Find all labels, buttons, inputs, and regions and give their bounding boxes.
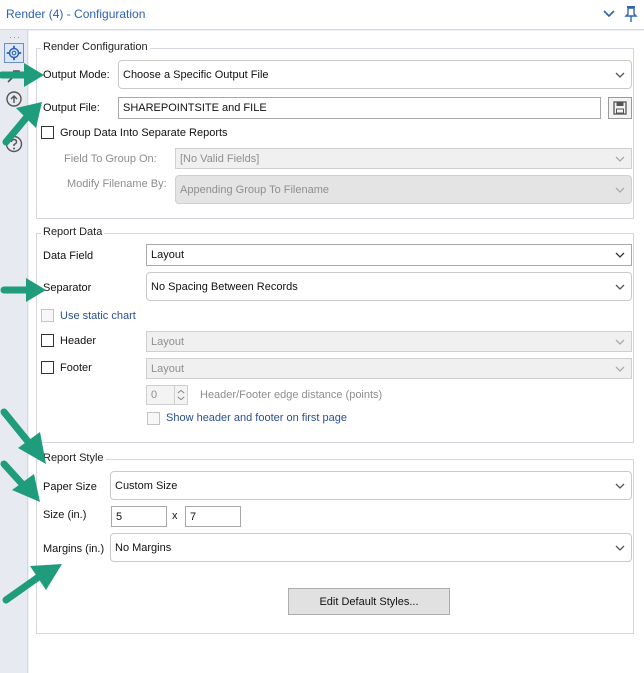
paper-size-value: Custom Size <box>115 479 178 492</box>
footer-dropdown[interactable]: Layout <box>146 358 632 379</box>
chevron-down-icon[interactable] <box>603 7 615 21</box>
margins-dropdown[interactable]: No Margins <box>110 533 632 562</box>
annotation-arrow-icon <box>0 460 40 502</box>
edit-default-styles-button[interactable]: Edit Default Styles... <box>288 588 450 615</box>
output-file-value: SHAREPOINTSITE and FILE <box>123 102 267 114</box>
separator-label: Separator <box>43 282 92 294</box>
data-field-dropdown[interactable]: Layout <box>146 244 632 266</box>
window-title: Render (4) - Configuration <box>6 7 146 21</box>
annotation-arrow-icon <box>0 278 46 302</box>
save-file-button[interactable] <box>608 97 632 119</box>
header-dropdown[interactable]: Layout <box>146 331 632 352</box>
chevron-down-icon <box>615 483 625 489</box>
data-field-value: Layout <box>151 249 185 261</box>
field-to-group-dropdown[interactable]: [No Valid Fields] <box>175 148 632 169</box>
data-field-label: Data Field <box>43 250 94 262</box>
separator-value: No Spacing Between Records <box>151 280 298 293</box>
report-style-legend: Report Style <box>41 452 106 464</box>
chevron-down-icon <box>615 72 625 78</box>
size-height-value: 7 <box>190 510 197 523</box>
report-data-legend: Report Data <box>41 226 105 238</box>
size-height-input[interactable]: 7 <box>185 506 241 527</box>
static-chart-label: Use static chart <box>60 310 136 322</box>
output-mode-dropdown[interactable]: Choose a Specific Output File <box>118 60 632 89</box>
size-width-value: 5 <box>116 510 123 523</box>
modify-filename-value: Appending Group To Filename <box>180 183 330 196</box>
chevron-down-icon <box>615 187 625 193</box>
paper-size-dropdown[interactable]: Custom Size <box>110 471 632 500</box>
chevron-down-icon <box>615 366 625 372</box>
output-mode-label: Output Mode: <box>43 69 110 81</box>
chevron-down-icon <box>615 545 625 551</box>
render-configuration-legend: Render Configuration <box>41 41 150 53</box>
header-label: Header <box>60 335 97 347</box>
footer-value: Layout <box>151 362 185 375</box>
chevron-down-icon <box>615 156 625 162</box>
edge-distance-label: Header/Footer edge distance (points) <box>200 389 383 401</box>
separator-dropdown[interactable]: No Spacing Between Records <box>146 272 632 301</box>
paper-size-label: Paper Size <box>43 481 97 493</box>
drag-handle-icon[interactable]: ··· <box>9 32 21 42</box>
size-width-input[interactable]: 5 <box>111 506 167 527</box>
annotation-arrow-icon <box>2 102 42 146</box>
output-file-input[interactable]: SHAREPOINTSITE and FILE <box>118 97 601 119</box>
show-first-page-label: Show header and footer on first page <box>166 412 348 424</box>
chevron-down-icon <box>615 252 625 258</box>
edge-distance-value: 0 <box>151 389 158 401</box>
output-file-label: Output File: <box>43 102 100 114</box>
pin-icon[interactable] <box>624 5 638 23</box>
chevron-down-icon <box>615 284 625 290</box>
header-value: Layout <box>151 335 185 348</box>
edge-distance-stepper[interactable]: 0 <box>146 385 188 405</box>
group-data-label: Group Data Into Separate Reports <box>60 127 228 139</box>
annotation-arrow-icon <box>0 63 44 87</box>
footer-label: Footer <box>60 362 92 374</box>
title-bar: Render (4) - Configuration <box>0 0 644 30</box>
output-mode-value: Choose a Specific Output File <box>123 68 269 81</box>
margins-label: Margins (in.) <box>43 543 105 555</box>
margins-value: No Margins <box>115 541 172 554</box>
save-icon <box>613 101 627 115</box>
show-first-page-checkbox[interactable] <box>147 412 160 425</box>
chevron-down-icon <box>615 339 625 345</box>
annotation-arrow-icon <box>2 564 62 604</box>
modify-filename-label: Modify Filename By: <box>67 178 167 190</box>
field-to-group-label: Field To Group On: <box>64 153 157 165</box>
footer-checkbox[interactable] <box>41 361 54 374</box>
size-separator: x <box>172 510 178 522</box>
static-chart-checkbox[interactable] <box>41 309 54 322</box>
header-checkbox[interactable] <box>41 334 54 347</box>
modify-filename-dropdown[interactable]: Appending Group To Filename <box>175 175 632 204</box>
field-to-group-value: [No Valid Fields] <box>180 152 260 165</box>
size-label: Size (in.) <box>43 509 87 521</box>
configuration-panel: Render Configuration Output Mode: Choose… <box>29 31 644 673</box>
stepper-arrows-icon[interactable] <box>174 386 187 404</box>
